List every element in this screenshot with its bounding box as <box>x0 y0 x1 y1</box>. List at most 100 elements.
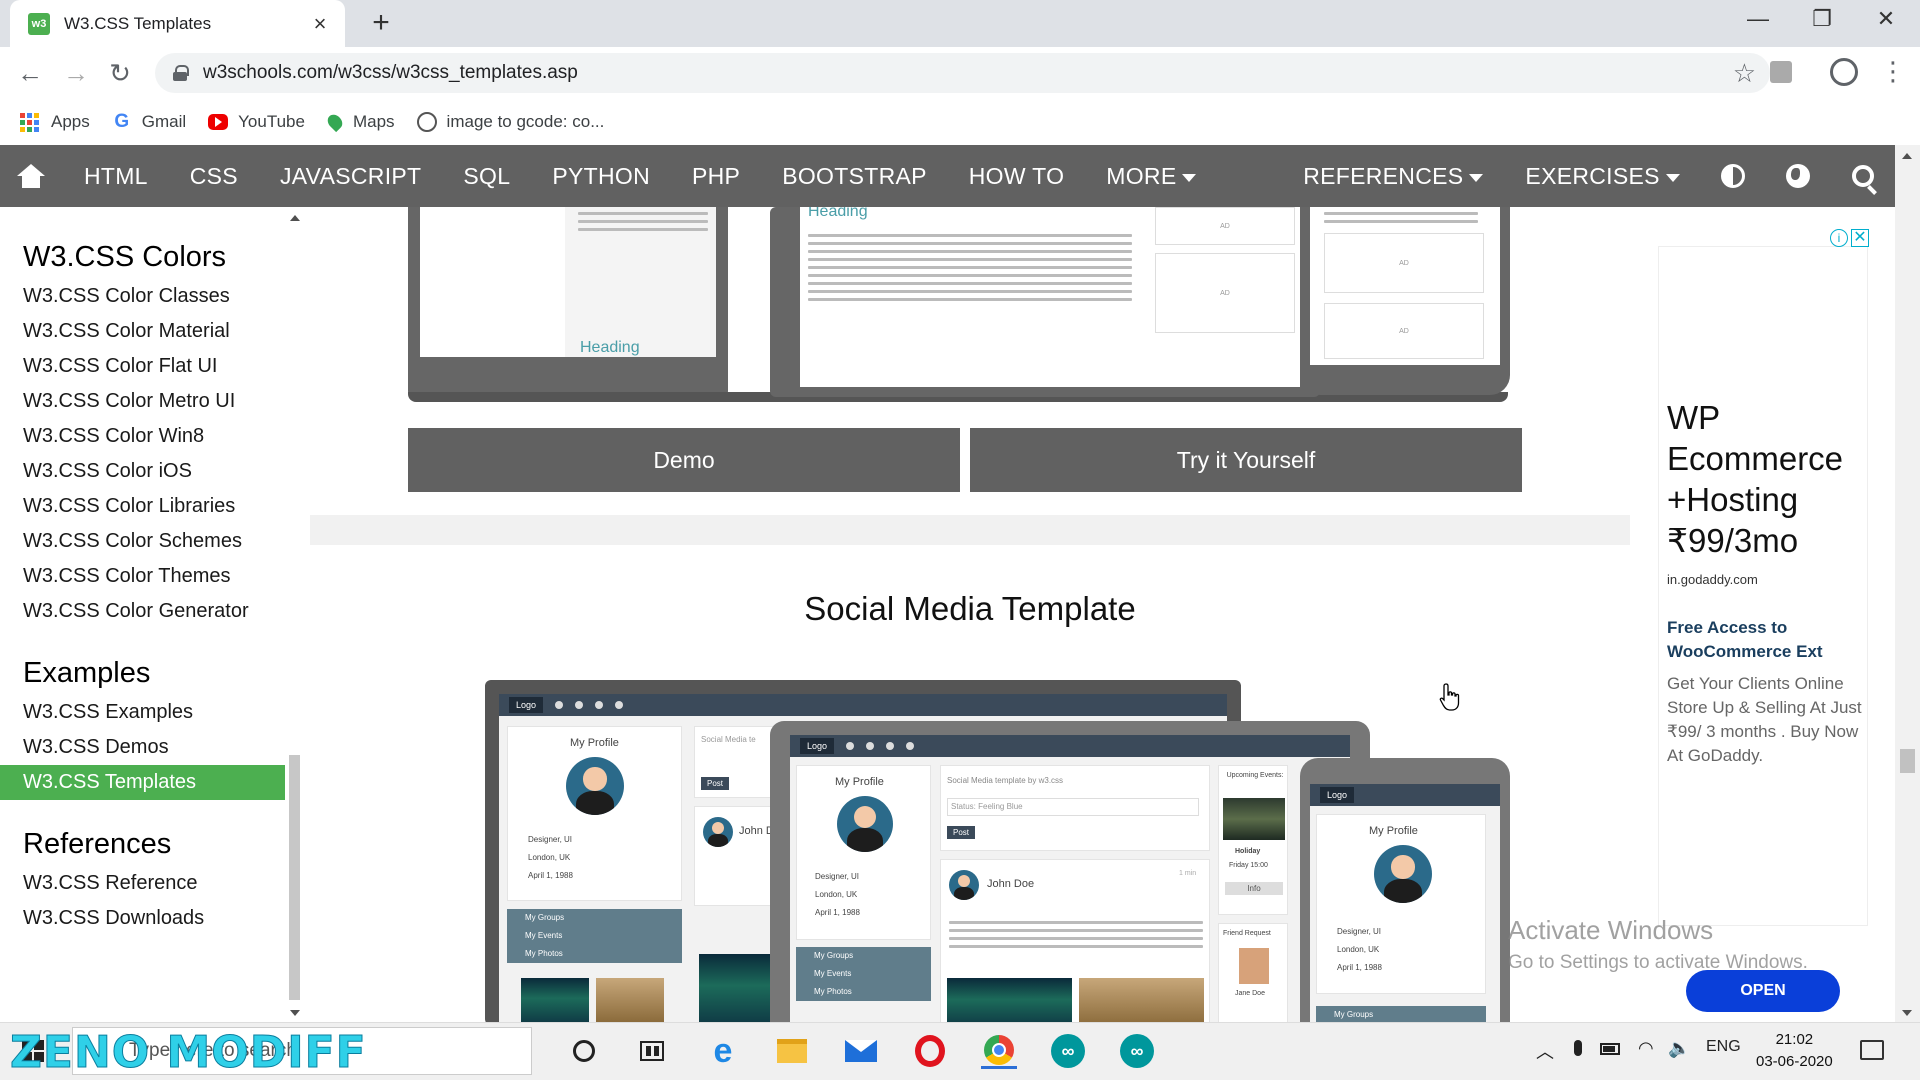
battery-icon[interactable] <box>1600 1038 1620 1055</box>
ad-close-icon[interactable]: ✕ <box>1851 229 1869 247</box>
reload-icon[interactable]: ↻ <box>104 57 136 89</box>
bookmark-apps[interactable]: Apps <box>20 112 90 132</box>
tab-close-icon[interactable]: × <box>309 11 331 37</box>
scroll-up-icon[interactable] <box>1902 153 1912 159</box>
page-scrollbar-thumb[interactable] <box>1900 749 1915 773</box>
nav-references[interactable]: REFERENCES <box>1282 145 1504 207</box>
chrome-icon[interactable] <box>981 1033 1017 1069</box>
sidebar-link-w3-css-color-material[interactable]: W3.CSS Color Material <box>0 314 300 349</box>
tab-title: W3.CSS Templates <box>64 13 212 33</box>
bookmark-image-to-gcode[interactable]: image to gcode: co... <box>416 112 604 132</box>
mockup-friend-name: Jane Doe <box>1235 990 1265 997</box>
mockup-menu-item: My Groups <box>796 947 931 965</box>
wifi-icon[interactable]: ◠ <box>1638 1038 1654 1059</box>
bookmark-gmail[interactable]: G Gmail <box>112 112 186 132</box>
hand-cursor-icon <box>1439 683 1460 711</box>
nav-exercises-label: EXERCISES <box>1525 163 1660 189</box>
sidebar-link-w3-css-color-metro-ui[interactable]: W3.CSS Color Metro UI <box>0 384 300 419</box>
sidebar-link-w3-css-color-flat-ui[interactable]: W3.CSS Color Flat UI <box>0 349 300 384</box>
mockup-heading: Heading <box>808 207 868 220</box>
sidebar-link-w3-css-examples[interactable]: W3.CSS Examples <box>0 695 300 730</box>
browser-menu-icon[interactable]: ⋮ <box>1880 55 1906 87</box>
sidebar-scrollbar[interactable] <box>289 207 300 1022</box>
sidebar-link-w3-css-templates[interactable]: W3.CSS Templates <box>0 765 285 800</box>
nav-bootstrap[interactable]: BOOTSTRAP <box>761 145 948 207</box>
nav-javascript[interactable]: JAVASCRIPT <box>259 145 442 207</box>
sidebar-link-w3-css-reference[interactable]: W3.CSS Reference <box>0 866 300 901</box>
arduino-icon[interactable]: ∞ <box>1050 1033 1086 1069</box>
try-it-yourself-button[interactable]: Try it Yourself <box>970 428 1522 492</box>
nav-more[interactable]: MORE <box>1085 145 1217 207</box>
sidebar-link-w3-css-color-libraries[interactable]: W3.CSS Color Libraries <box>0 489 300 524</box>
sidebar-scrollbar-thumb[interactable] <box>289 755 300 1000</box>
ad-placeholder: AD <box>1324 303 1484 359</box>
browser-tab[interactable]: w3 W3.CSS Templates × <box>10 0 345 47</box>
sidebar-link-w3-css-color-classes[interactable]: W3.CSS Color Classes <box>0 279 300 314</box>
language-button[interactable] <box>1766 145 1831 207</box>
address-bar[interactable]: w3schools.com/w3css/w3css_templates.asp … <box>155 53 1770 93</box>
sidebar-link-w3-css-demos[interactable]: W3.CSS Demos <box>0 730 300 765</box>
bookmark-maps[interactable]: Maps <box>324 111 395 133</box>
nav-python[interactable]: PYTHON <box>531 145 671 207</box>
scroll-up-icon[interactable] <box>290 215 300 221</box>
sidebar-link-w3-css-color-ios[interactable]: W3.CSS Color iOS <box>0 454 300 489</box>
site-navbar: HTML CSS JAVASCRIPT SQL PYTHON PHP BOOTS… <box>0 145 1920 207</box>
profile-avatar-icon[interactable] <box>1830 58 1858 86</box>
nav-html[interactable]: HTML <box>63 145 169 207</box>
search-button[interactable] <box>1830 145 1895 207</box>
mockup-location: London, UK <box>528 853 571 862</box>
extension-icon[interactable] <box>1770 61 1792 83</box>
page-scrollbar[interactable] <box>1895 145 1920 1022</box>
close-window-button[interactable]: ✕ <box>1866 6 1906 32</box>
home-icon <box>17 164 46 188</box>
nav-php[interactable]: PHP <box>671 145 761 207</box>
mockup-designer: Designer, UI <box>528 835 573 844</box>
mockup-menu-item: My Events <box>507 927 682 945</box>
forward-arrow-icon[interactable]: → <box>60 57 92 89</box>
tray-chevron-up-icon[interactable]: ︿ <box>1536 1038 1554 1064</box>
tablet-mockup: Heading AD AD <box>770 207 1320 397</box>
demo-button[interactable]: Demo <box>408 428 960 492</box>
task-view-icon[interactable] <box>634 1033 670 1069</box>
nav-css[interactable]: CSS <box>169 145 259 207</box>
sidebar-heading: References <box>23 828 172 860</box>
file-explorer-icon[interactable] <box>774 1033 810 1069</box>
arduino-icon[interactable]: ∞ <box>1119 1033 1155 1069</box>
ad-headline[interactable]: WP Ecommerce +Hosting ₹99/3mo <box>1667 397 1867 561</box>
ad-info-icon[interactable]: i <box>1830 229 1848 247</box>
bookmark-youtube[interactable]: YouTube <box>208 112 305 132</box>
nav-sql[interactable]: SQL <box>442 145 531 207</box>
system-clock[interactable]: 21:02 03-06-2020 <box>1756 1029 1833 1073</box>
theme-toggle-button[interactable] <box>1701 145 1766 207</box>
mockup-post-button: Post <box>701 777 730 790</box>
scroll-down-icon[interactable] <box>1902 1010 1912 1016</box>
home-button[interactable] <box>0 145 63 207</box>
restore-button[interactable]: ❐ <box>1802 6 1842 32</box>
ad-open-button[interactable]: OPEN <box>1686 970 1840 1012</box>
mail-icon[interactable] <box>843 1033 879 1069</box>
new-tab-button[interactable]: + <box>366 8 396 38</box>
minimize-button[interactable]: — <box>1738 6 1778 32</box>
scroll-down-icon[interactable] <box>290 1010 300 1016</box>
sidebar-link-w3-css-color-schemes[interactable]: W3.CSS Color Schemes <box>0 524 300 559</box>
laptop-mockup: Heading <box>408 207 728 397</box>
mockup-designer: Designer, UI <box>1337 927 1382 936</box>
nav-exercises[interactable]: EXERCISES <box>1504 145 1700 207</box>
notification-center-icon[interactable] <box>1860 1040 1884 1060</box>
bookmark-star-icon[interactable]: ☆ <box>1733 58 1756 89</box>
nav-how-to[interactable]: HOW TO <box>948 145 1086 207</box>
mockup-logo: Logo <box>800 738 835 754</box>
sidebar-link-w3-css-downloads[interactable]: W3.CSS Downloads <box>0 901 300 936</box>
opera-icon[interactable] <box>912 1033 948 1069</box>
sidebar-link-w3-css-color-themes[interactable]: W3.CSS Color Themes <box>0 559 300 594</box>
cortana-icon[interactable] <box>566 1033 602 1069</box>
microphone-icon[interactable] <box>1570 1038 1586 1058</box>
back-arrow-icon[interactable]: ← <box>14 57 46 89</box>
section-title: Social Media Template <box>804 590 1136 627</box>
sidebar-link-w3-css-color-generator[interactable]: W3.CSS Color Generator <box>0 594 300 629</box>
language-indicator[interactable]: ENG <box>1706 1038 1741 1056</box>
sidebar-link-w3-css-color-win8[interactable]: W3.CSS Color Win8 <box>0 419 300 454</box>
edge-browser-icon[interactable]: e <box>705 1032 741 1070</box>
volume-icon[interactable]: 🔈 <box>1668 1038 1690 1059</box>
activate-windows-watermark: Activate Windows Go to Settings to activ… <box>1508 915 1808 974</box>
